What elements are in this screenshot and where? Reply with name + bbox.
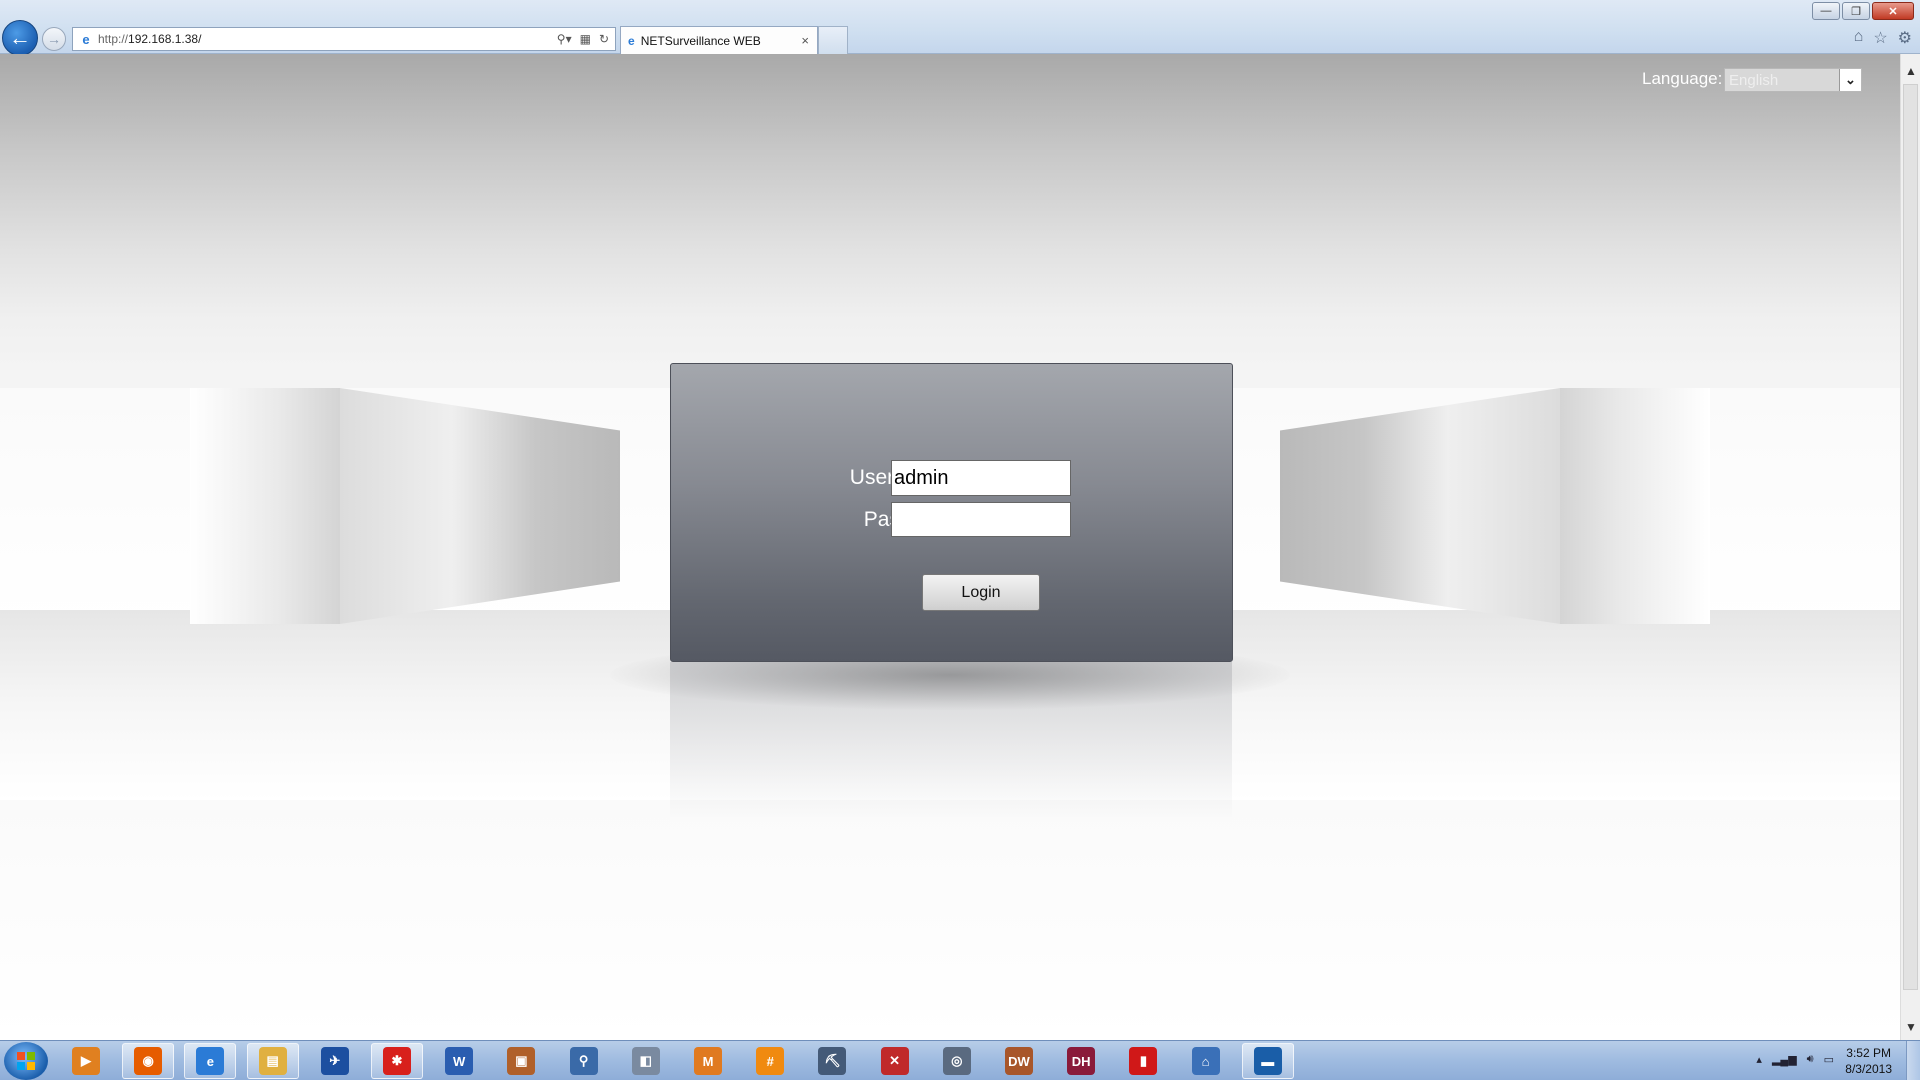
app-package-glyph: ▣ [507, 1047, 536, 1075]
cms-dh-icon[interactable]: DH [1055, 1043, 1107, 1079]
pickaxe-icon[interactable]: ⛏ [806, 1043, 858, 1079]
clock-time: 3:52 PM [1846, 1046, 1891, 1060]
taskbar-clock[interactable]: 3:52 PM 8/3/2013 [1845, 1045, 1892, 1077]
new-tab-button[interactable] [818, 26, 848, 54]
minimize-button[interactable]: — [1812, 2, 1840, 20]
search-icon[interactable]: ⚲▾ [557, 32, 572, 46]
language-selected-value: English [1729, 71, 1779, 89]
network-signal-icon[interactable]: ▂▄▆ [1772, 1053, 1797, 1066]
app-package-icon[interactable]: ▣ [495, 1043, 547, 1079]
chevron-down-icon[interactable]: ⌄ [1839, 69, 1861, 91]
color-bars-icon[interactable]: ▮ [1117, 1043, 1169, 1079]
scroll-down-icon[interactable]: ▼ [1901, 1020, 1920, 1034]
monitor-app-glyph: ▬ [1253, 1047, 1282, 1075]
app-red-splat-glyph: ✱ [383, 1047, 411, 1075]
firefox-icon[interactable]: ◉ [122, 1043, 175, 1079]
app-red-splat-icon[interactable]: ✱ [371, 1043, 423, 1079]
start-button[interactable] [4, 1042, 48, 1080]
show-hidden-icons-icon[interactable]: ▴ [1756, 1053, 1762, 1066]
background-wall [190, 388, 340, 624]
language-label: Language: [1642, 69, 1723, 88]
secure-cam-glyph: ◧ [631, 1047, 660, 1075]
background-wall [1560, 388, 1710, 624]
system-tray: ▴ ▂▄▆ 🔊︎ ▭ [1756, 1053, 1834, 1066]
ie-page-icon: e [82, 31, 90, 47]
tab-close-icon[interactable]: × [801, 33, 809, 48]
disk-app-glyph: ◎ [942, 1047, 971, 1075]
address-tools: ⚲▾ ▦ ↻ [557, 32, 615, 46]
clock-date: 8/3/2013 [1845, 1062, 1892, 1076]
volume-icon[interactable]: 🔊︎ [1807, 1053, 1814, 1066]
restore-button[interactable]: ❐ [1842, 2, 1870, 20]
vertical-scrollbar[interactable]: ▲ ▼ [1900, 54, 1920, 1040]
word-glyph: W [445, 1047, 474, 1075]
show-desktop-button[interactable] [1906, 1041, 1920, 1080]
close-window-button[interactable]: ✕ [1872, 2, 1914, 20]
disk-app-icon[interactable]: ◎ [931, 1043, 983, 1079]
monitor-app-icon[interactable]: ▬ [1241, 1043, 1294, 1079]
app-magnifier-glyph: ⚲ [569, 1047, 598, 1075]
x-app-glyph: ✕ [880, 1047, 909, 1075]
language-select[interactable]: English ⌄ [1724, 68, 1862, 92]
scroll-thumb[interactable] [1903, 84, 1918, 990]
login-button[interactable]: Login [922, 574, 1040, 611]
color-bars-glyph: ▮ [1129, 1047, 1158, 1075]
dw-app-glyph: DW [1005, 1047, 1033, 1075]
secure-cam-icon[interactable]: ◧ [620, 1043, 672, 1079]
app-abc-glyph: M [694, 1047, 722, 1075]
refresh-icon[interactable]: ↻ [599, 32, 609, 46]
dw-app-icon[interactable]: DW [993, 1043, 1045, 1079]
taskbar: ▶ ◉ e ▤ ✈ ✱ W ▣ ⚲ ◧ M # ⛏ ✕ ◎ DW DH ▮ ⌂ ▬ ▴ ▂▄▆ 🔊︎ ▭ 3:52 P… [0, 1040, 1920, 1080]
login-panel: User Name Password Login [670, 363, 1233, 662]
tab-title: NETSurveillance WEB [640, 33, 761, 48]
app-magnifier-icon[interactable]: ⚲ [558, 1043, 610, 1079]
internet-explorer-icon[interactable]: e [184, 1043, 237, 1079]
url-prefix: http:// [98, 32, 129, 46]
file-explorer-glyph: ▤ [258, 1047, 287, 1075]
window-controls: — ❐ ✕ [1812, 2, 1914, 20]
tab-netsurveillance[interactable]: e NETSurveillance WEB × [620, 26, 818, 54]
password-field[interactable] [891, 502, 1071, 537]
media-player-glyph: ▶ [72, 1047, 100, 1075]
home-icon[interactable]: ⌂ [1854, 28, 1864, 48]
app-bird-glyph: ✈ [320, 1047, 349, 1075]
back-arrow-icon[interactable]: ← [2, 20, 38, 56]
app-abc-icon[interactable]: M [682, 1043, 734, 1079]
scroll-up-icon[interactable]: ▲ [1901, 64, 1920, 78]
tools-gear-icon[interactable]: ⚙ [1898, 28, 1912, 48]
address-bar[interactable]: e http:// 192.168.1.38/ ⚲▾ ▦ ↻ [72, 27, 616, 51]
url-host: 192.168.1.38/ [128, 32, 202, 46]
network-house-icon[interactable]: ⌂ [1180, 1043, 1232, 1079]
pickaxe-glyph: ⛏ [818, 1047, 847, 1075]
windows-logo-icon [17, 1052, 35, 1070]
login-panel-reflection [670, 662, 1232, 822]
browser-chrome: ← → e http:// 192.168.1.38/ ⚲▾ ▦ ↻ e NET… [0, 0, 1920, 56]
x-app-icon[interactable]: ✕ [869, 1043, 921, 1079]
compatibility-icon[interactable]: ▦ [580, 32, 591, 46]
word-icon[interactable]: W [433, 1043, 485, 1079]
firefox-glyph: ◉ [134, 1047, 163, 1075]
app-bird-icon[interactable]: ✈ [309, 1043, 361, 1079]
forward-arrow-icon[interactable]: → [42, 27, 66, 51]
internet-explorer-glyph: e [196, 1047, 225, 1075]
file-explorer-icon[interactable]: ▤ [246, 1043, 299, 1079]
favorites-star-icon[interactable]: ☆ [1873, 28, 1887, 48]
cms-dh-glyph: DH [1067, 1047, 1096, 1075]
hash-app-icon[interactable]: # [744, 1043, 796, 1079]
ie-page-icon: e [628, 33, 635, 48]
power-icon[interactable]: ▭ [1824, 1053, 1834, 1066]
hash-app-glyph: # [756, 1047, 785, 1075]
page-content: Language: English ⌄ User Name Password L… [0, 54, 1900, 1040]
media-player-icon[interactable]: ▶ [60, 1043, 112, 1079]
command-icons: ⌂ ☆ ⚙ [1854, 28, 1912, 48]
username-field[interactable] [891, 460, 1071, 496]
network-house-glyph: ⌂ [1191, 1047, 1220, 1075]
